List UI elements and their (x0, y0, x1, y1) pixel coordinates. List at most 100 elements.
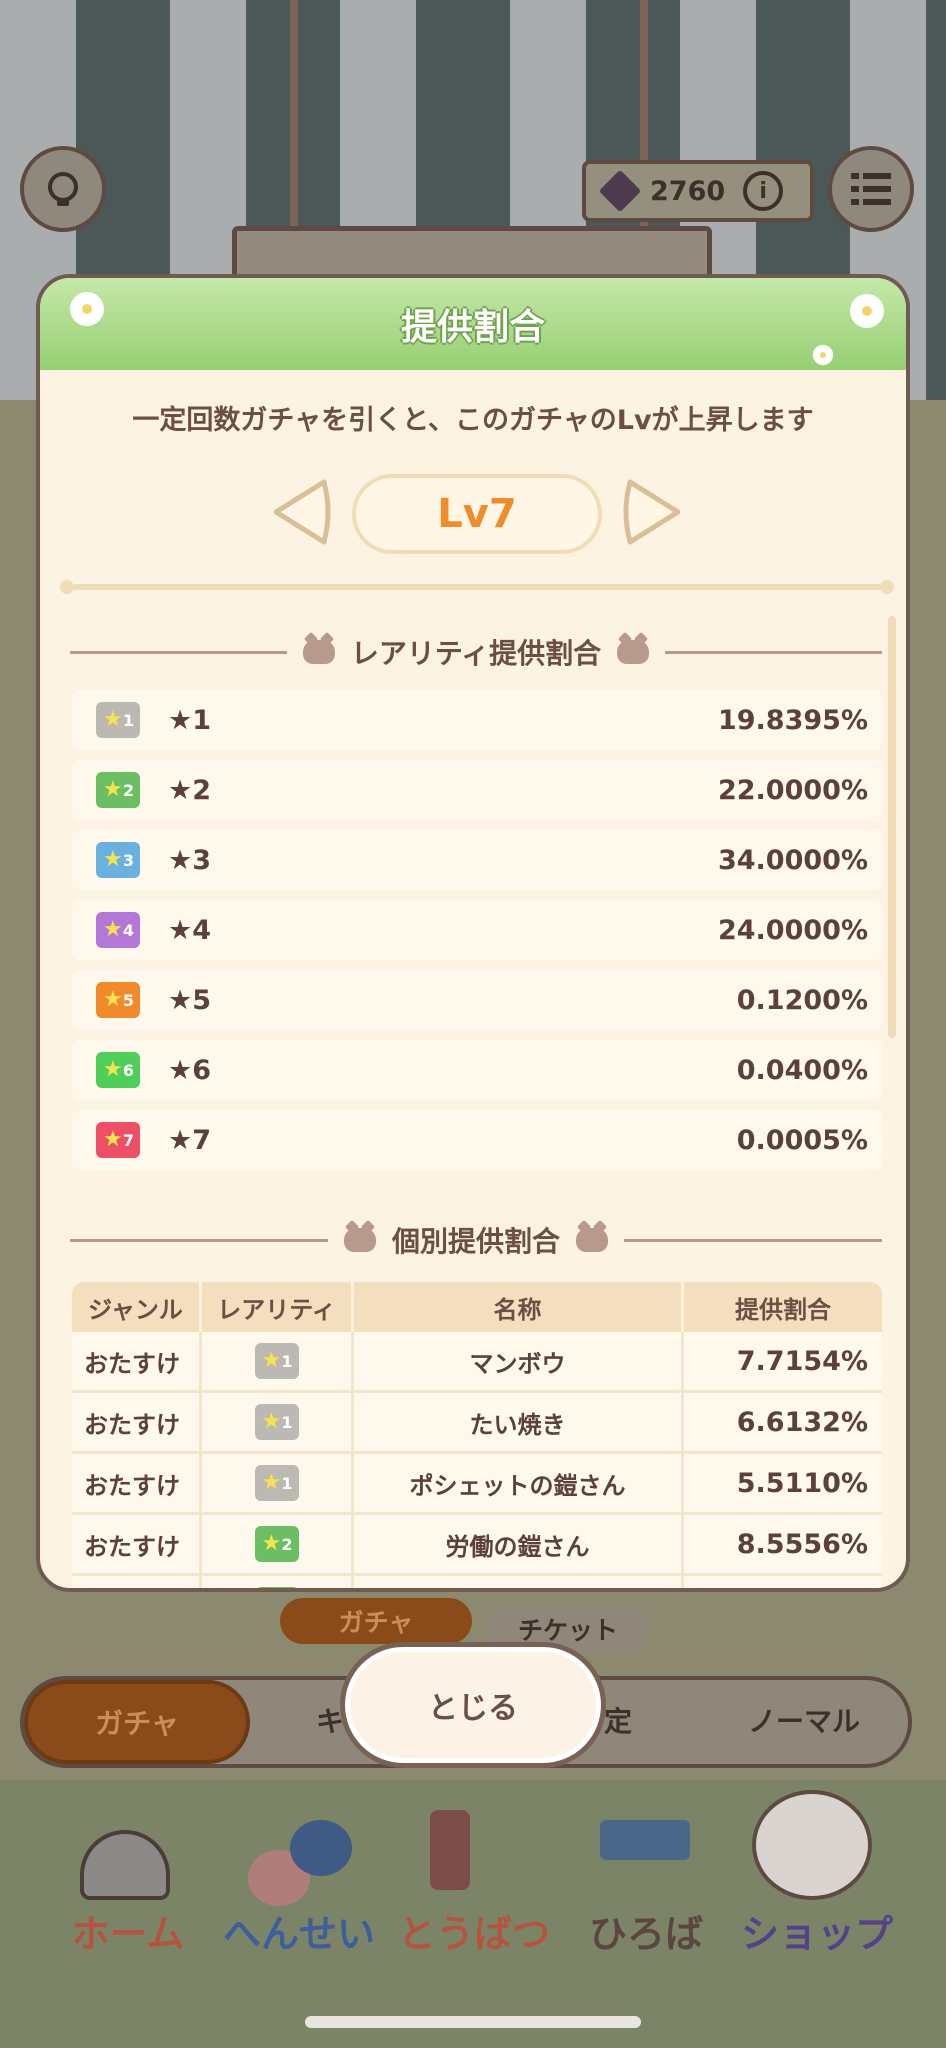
rarity-label: ★2 (168, 774, 211, 806)
individual-section-header: 個別提供割合 (70, 1220, 883, 1260)
rarity-badge-number: 3 (122, 850, 134, 870)
cat-icon (576, 1228, 609, 1252)
cell-name: ポシェットの鎧さん (354, 1454, 684, 1512)
rarity-badge-number: 4 (122, 920, 134, 940)
cell-genre: おたすけ (72, 1576, 202, 1588)
rarity-badge-number: 5 (122, 990, 134, 1010)
cell-name: 労働の鎧さん (354, 1515, 684, 1573)
rarity-badge-icon: ★ 6 (96, 1052, 140, 1088)
level-display: Lv7 (352, 474, 602, 554)
scrollbar[interactable] (888, 616, 896, 1038)
rarity-rate: 0.0400% (736, 1054, 868, 1086)
divider (624, 1238, 883, 1242)
star-icon: ★ (261, 1531, 282, 1556)
cell-genre: おたすけ (72, 1393, 202, 1451)
cell-rarity: ★ 1 (202, 1454, 354, 1512)
table-row: おたすけ ★ 2 労働の鎧さん 8.5556% (72, 1515, 882, 1576)
tab-gacha[interactable]: ガチャ (280, 1598, 472, 1644)
gem-counter: 2760 i (582, 160, 814, 222)
nav-plaza-label: ひろば (588, 1911, 703, 1956)
divider (70, 650, 287, 654)
table-row: おたすけ ★ 1 ポシェットの鎧さん 5.5110% (72, 1454, 882, 1515)
nav-home[interactable]: ホーム (58, 1895, 198, 1965)
divider (70, 1238, 328, 1242)
cell-rate: 5.5110% (736, 1467, 868, 1499)
rarity-rate: 22.0000% (717, 774, 868, 806)
rarity-row: ★ 1 ★1 19.8395% (72, 690, 882, 750)
rarity-rate: 19.8395% (717, 704, 868, 736)
hint-button[interactable] (20, 146, 106, 232)
rarity-rate: 0.0005% (736, 1124, 868, 1156)
cell-name: ラーメンの鎧さん (354, 1576, 684, 1588)
rarity-badge-icon: ★ 1 (254, 1465, 299, 1501)
cat-icon (302, 640, 335, 664)
mode-normal[interactable]: ノーマル (748, 1690, 860, 1750)
star-icon: ★ (103, 917, 123, 942)
divider (60, 580, 894, 594)
sign-rope (290, 0, 298, 230)
rarity-badge-number: 7 (122, 1130, 134, 1150)
rarity-badge-number: 2 (281, 1534, 293, 1554)
nav-plaza[interactable]: ひろば (576, 1895, 716, 1965)
rarity-section-title: レアリティ提供割合 (350, 637, 602, 670)
rarity-row: ★ 2 ★2 22.0000% (72, 760, 882, 820)
divider (665, 650, 883, 654)
rarity-badge-number: 1 (281, 1412, 293, 1432)
rarity-label: ★6 (168, 1054, 211, 1086)
close-button[interactable]: とじる (340, 1642, 606, 1768)
rarity-badge-number: 6 (122, 1060, 134, 1080)
rarity-badge-icon: ★2 (96, 772, 140, 808)
nav-battle-label: とうばつ (397, 1911, 550, 1956)
rarity-badge-icon: ★ 1 (254, 1343, 299, 1379)
mode-gacha[interactable]: ガチャ (24, 1680, 250, 1764)
individual-rate-table: ジャンル レアリティ 名称 提供割合 おたすけ ★ 1 マンボウ 7.7154% おたすけ… (72, 1282, 882, 1588)
column-header-rate: 提供割合 (735, 1295, 831, 1324)
star-icon: ★ (103, 707, 123, 732)
star-icon: ★ (261, 1348, 282, 1373)
prev-level-button[interactable] (266, 476, 332, 548)
cell-rate: 8.5556% (736, 1528, 868, 1560)
level-description: 一定回数ガチャを引くと、このガチャのLvが上昇します (132, 405, 814, 436)
menu-button[interactable] (828, 146, 914, 232)
next-level-button[interactable] (622, 476, 688, 548)
home-indicator[interactable] (305, 2016, 641, 2028)
rarity-badge-icon: ★ 1 (96, 702, 140, 738)
mode-partial-right[interactable]: 定 (604, 1690, 632, 1750)
rarity-row: ★ 5 ★5 0.1200% (72, 970, 882, 1030)
cell-rarity: ★2 (202, 1576, 354, 1588)
info-icon[interactable]: i (743, 171, 784, 211)
rarity-badge-number: 1 (281, 1351, 293, 1371)
cell-genre: おたすけ (72, 1454, 202, 1512)
nav-battle[interactable]: とうばつ (394, 1895, 554, 1965)
rarity-row: ★ 7 ★7 0.0005% (72, 1110, 882, 1170)
star-icon: ★ (103, 1057, 123, 1082)
rarity-label: ★5 (168, 984, 211, 1016)
level-selector: Lv7 (40, 474, 906, 554)
rarity-badge-icon: ★2 (254, 1587, 299, 1588)
rate-scroll-area[interactable]: レアリティ提供割合 ★ 1 ★1 19.8395% ★ 2 ★2 22.0000% ★ 3 ★3 34… (40, 608, 906, 1588)
nav-shop[interactable]: ショップ (734, 1895, 900, 1965)
rarity-section-header: レアリティ提供割合 (70, 632, 883, 672)
arrow-right-icon (623, 479, 681, 545)
rarity-label: ★7 (168, 1124, 211, 1156)
close-button-label: とじる (428, 1691, 518, 1726)
table-row: おたすけ ★2 ラーメンの鎧さん7.3333% (72, 1576, 882, 1588)
rarity-row: ★ 6 ★6 0.0400% (72, 1040, 882, 1100)
drop-rate-modal: 提供割合 一定回数ガチャを引くと、このガチャのLvが上昇します Lv7 レアリテ… (36, 274, 910, 1592)
rarity-rate: 0.1200% (736, 984, 868, 1016)
nav-formation[interactable]: へんせい (218, 1895, 380, 1965)
rarity-label: ★1 (168, 704, 211, 736)
rarity-badge-icon: ★ 7 (96, 1122, 140, 1158)
rarity-badge-number: 1 (122, 710, 134, 730)
cell-rate: 7.3333% (684, 1576, 882, 1588)
gem-icon (598, 169, 642, 213)
cell-rarity: ★2 (202, 1515, 354, 1573)
cell-genre: おたすけ (72, 1332, 202, 1390)
flower-decoration (815, 347, 831, 363)
rarity-badge-icon: ★ 4 (96, 912, 140, 948)
star-icon: ★ (103, 847, 123, 872)
column-header-name: 名称 (354, 1282, 684, 1332)
star-icon: ★ (103, 777, 123, 802)
cell-name: マンボウ (354, 1332, 684, 1390)
rarity-badge-icon: ★ 5 (96, 982, 140, 1018)
